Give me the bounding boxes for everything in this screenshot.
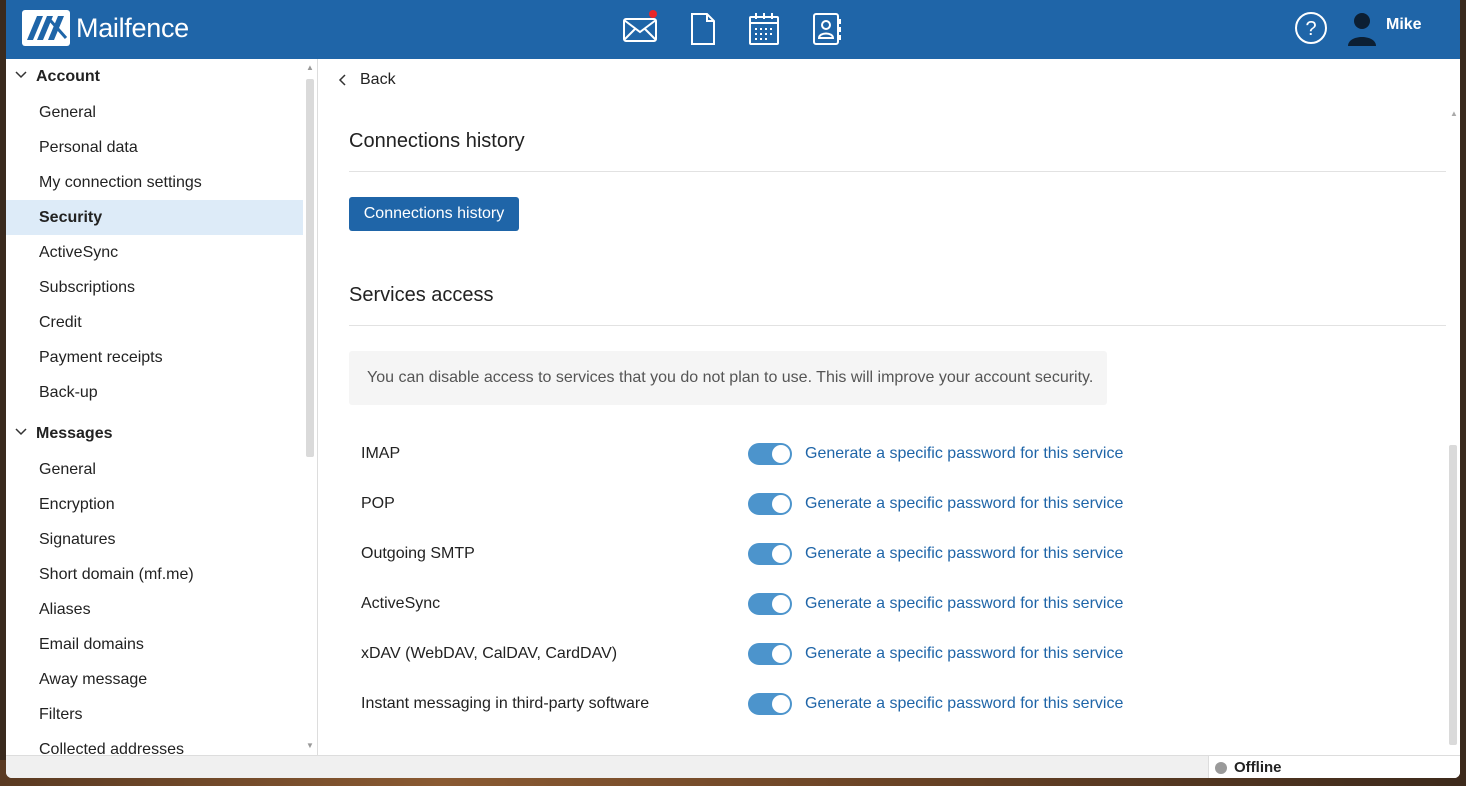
service-row-activesync: ActiveSync Generate a specific password …: [361, 589, 1151, 619]
offline-status-dot-icon: [1215, 761, 1227, 774]
service-row-imap: IMAP Generate a specific password for th…: [361, 439, 1151, 469]
sidebar-item-short-domain[interactable]: Short domain (mf.me): [6, 557, 303, 592]
sidebar-item-personal-data[interactable]: Personal data: [6, 130, 303, 165]
notification-dot: [649, 10, 657, 18]
brand-logo[interactable]: Mailfence: [22, 10, 189, 46]
sidebar-item-back-up[interactable]: Back-up: [6, 375, 303, 410]
generate-password-link[interactable]: Generate a specific password for this se…: [805, 445, 1123, 463]
document-icon: [691, 13, 715, 45]
chevron-down-icon: [15, 428, 27, 436]
generate-password-link[interactable]: Generate a specific password for this se…: [805, 595, 1123, 613]
app-switcher: [621, 10, 869, 48]
security-settings-panel: Back Connections history Connections his…: [318, 59, 1460, 755]
divider: [349, 325, 1446, 326]
scroll-down-arrow-icon[interactable]: ▼: [306, 741, 314, 750]
calendar-app-button[interactable]: [745, 10, 783, 48]
imap-toggle[interactable]: [748, 443, 792, 465]
service-name: POP: [361, 495, 395, 512]
service-name: IMAP: [361, 445, 401, 462]
user-avatar-icon: [1348, 13, 1376, 46]
sidebar-item-encryption[interactable]: Encryption: [6, 487, 303, 522]
sidebar-item-credit[interactable]: Credit: [6, 305, 303, 340]
chevron-left-icon: [338, 74, 346, 86]
sidebar-item-aliases[interactable]: Aliases: [6, 592, 303, 627]
sidebar-scroll-thumb[interactable]: [306, 79, 314, 457]
sidebar-item-away-message[interactable]: Away message: [6, 662, 303, 697]
service-row-instant-messaging: Instant messaging in third-party softwar…: [361, 689, 1151, 719]
sidebar-group-account[interactable]: Account: [6, 59, 317, 95]
scroll-up-arrow-icon[interactable]: ▲: [1450, 109, 1458, 118]
toggle-knob: [772, 595, 790, 613]
service-name: ActiveSync: [361, 595, 441, 612]
xdav-toggle[interactable]: [748, 643, 792, 665]
service-name: Outgoing SMTP: [361, 545, 475, 562]
services-info-box: You can disable access to services that …: [349, 351, 1107, 405]
contacts-app-button[interactable]: [807, 10, 845, 48]
mailfence-window: Mailfence ? Mike Account General Persona…: [6, 0, 1460, 778]
sidebar-group-label: Messages: [36, 425, 113, 442]
services-access-heading: Services access: [349, 284, 494, 306]
toggle-knob: [772, 545, 790, 563]
mailfence-logo-icon: [22, 10, 70, 46]
help-icon: ?: [1295, 12, 1327, 44]
pop-toggle[interactable]: [748, 493, 792, 515]
connections-history-heading: Connections history: [349, 130, 525, 152]
sidebar-item-signatures[interactable]: Signatures: [6, 522, 303, 557]
sidebar-item-collected-addresses[interactable]: Collected addresses: [6, 732, 303, 756]
back-button[interactable]: Back: [338, 71, 396, 89]
svg-text:?: ?: [1305, 18, 1316, 40]
scroll-up-arrow-icon[interactable]: ▲: [306, 63, 314, 72]
top-bar: Mailfence ? Mike: [6, 0, 1460, 59]
sidebar-item-connection-settings[interactable]: My connection settings: [6, 165, 303, 200]
toggle-knob: [772, 695, 790, 713]
divider: [349, 171, 1446, 172]
chevron-down-icon: [15, 71, 27, 79]
sidebar-item-account-general[interactable]: General: [6, 95, 303, 130]
sidebar-item-security[interactable]: Security: [6, 200, 303, 235]
sidebar-item-subscriptions[interactable]: Subscriptions: [6, 270, 303, 305]
sidebar-item-email-domains[interactable]: Email domains: [6, 627, 303, 662]
smtp-toggle[interactable]: [748, 543, 792, 565]
user-menu[interactable]: Mike: [1346, 10, 1422, 46]
generate-password-link[interactable]: Generate a specific password for this se…: [805, 645, 1123, 663]
connection-status-label: Offline: [1234, 759, 1282, 776]
generate-password-link[interactable]: Generate a specific password for this se…: [805, 495, 1123, 513]
connections-history-button[interactable]: Connections history: [349, 197, 519, 231]
main-scrollbar[interactable]: ▲: [1447, 109, 1459, 749]
service-row-pop: POP Generate a specific password for thi…: [361, 489, 1151, 519]
settings-sidebar: Account General Personal data My connect…: [6, 59, 318, 755]
connection-status: Offline: [1208, 756, 1460, 778]
sidebar-group-label: Account: [36, 68, 100, 85]
main-scroll-thumb[interactable]: [1449, 445, 1457, 745]
sidebar-item-filters[interactable]: Filters: [6, 697, 303, 732]
brand-name: Mailfence: [76, 12, 189, 43]
sidebar-item-payment-receipts[interactable]: Payment receipts: [6, 340, 303, 375]
generate-password-link[interactable]: Generate a specific password for this se…: [805, 545, 1123, 563]
instant-messaging-toggle[interactable]: [748, 693, 792, 715]
sidebar-item-messages-general[interactable]: General: [6, 452, 303, 487]
back-label: Back: [360, 71, 396, 88]
service-row-xdav: xDAV (WebDAV, CalDAV, CardDAV) Generate …: [361, 639, 1151, 669]
service-row-smtp: Outgoing SMTP Generate a specific passwo…: [361, 539, 1151, 569]
sidebar-item-activesync[interactable]: ActiveSync: [6, 235, 303, 270]
status-bar: Offline: [6, 755, 1460, 778]
calendar-icon: [749, 13, 779, 45]
documents-app-button[interactable]: [683, 10, 721, 48]
sidebar-group-messages[interactable]: Messages: [6, 416, 317, 452]
toggle-knob: [772, 645, 790, 663]
service-name: xDAV (WebDAV, CalDAV, CardDAV): [361, 645, 618, 662]
contacts-icon: [813, 13, 841, 45]
user-name: Mike: [1386, 16, 1422, 33]
toggle-knob: [772, 495, 790, 513]
activesync-toggle[interactable]: [748, 593, 792, 615]
mail-app-button[interactable]: [621, 10, 659, 48]
service-name: Instant messaging in third-party softwar…: [361, 695, 650, 712]
generate-password-link[interactable]: Generate a specific password for this se…: [805, 695, 1123, 713]
sidebar-scrollbar[interactable]: ▲ ▼: [305, 63, 315, 751]
help-button[interactable]: ?: [1294, 11, 1328, 45]
toggle-knob: [772, 445, 790, 463]
